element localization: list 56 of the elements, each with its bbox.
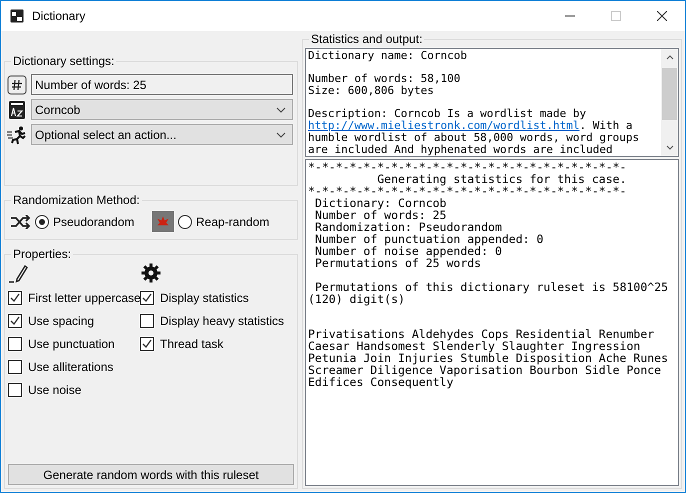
info-text-area[interactable] — [305, 48, 679, 157]
checkbox[interactable]: Use alliterations — [8, 355, 140, 378]
info-line: Number of words: 58,100 — [308, 73, 462, 86]
group-title: Randomization Method: — [11, 193, 142, 207]
chevron-down-icon — [276, 132, 286, 138]
pencil-icon — [9, 263, 29, 283]
scroll-up-icon[interactable] — [666, 55, 674, 60]
radio-button[interactable]: Pseudorandom — [35, 214, 134, 228]
hash-icon — [7, 74, 27, 94]
output-line: Generating statistics for this case. — [376, 173, 628, 185]
generate-button[interactable]: Generate random words with this ruleset — [8, 464, 294, 485]
output-line: Dictionary: Corncob — [314, 197, 448, 209]
output-text-area[interactable] — [305, 159, 679, 486]
word-count-field[interactable]: Number of words: 25 — [31, 74, 293, 95]
description-text: Description: Corncob Is a wordlist made by http://www.mieliestronk.com/wordlist.html. With a humble wordlist of about 58,000 words, word groups are included And hyphenated words are included — [308, 108, 640, 156]
chevron-down-icon — [276, 106, 286, 112]
checkbox[interactable]: Use spacing — [8, 309, 140, 332]
scroll-down-icon[interactable] — [666, 145, 674, 150]
output-line: *-*-*-*-*-*-*-*-*-*-*-*-*-*-*-*-*-*-*-*-*-*-*- — [308, 161, 628, 173]
info-line: Size: 600,806 bytes — [308, 85, 435, 97]
output-line: Permutations of 25 words — [314, 257, 482, 269]
gear-icon — [141, 263, 161, 283]
action-dropdown[interactable]: Optional select an action... — [31, 124, 293, 145]
checkbox[interactable]: Display heavy statistics — [140, 309, 284, 332]
shuffle-icon — [11, 214, 31, 228]
check-icon — [141, 338, 153, 350]
dictionary-icon — [7, 100, 27, 120]
output-line: Number of noise appended: 0 — [314, 245, 502, 257]
generated-words: Privatisations Aldehydes Cops Residential Renumber Caesar Handsomest Slenderly Slaughter Ingression Petunia Join Injuries Stumble Disposition Ache Runes Screamer Diligence Vaporisation Bourbon Sidle Ponce Edifices Consequently — [308, 328, 670, 388]
output-line: Number of punctuation appended: 0 — [314, 233, 544, 245]
running-figure-icon — [7, 124, 27, 144]
group-title: Properties: — [11, 247, 74, 261]
output-line: Randomization: Pseudorandom — [314, 221, 503, 233]
checkbox[interactable]: First letter uppercase — [8, 286, 140, 309]
checkbox[interactable]: Display statistics — [140, 286, 284, 309]
info-line: Dictionary name: Corncob — [308, 50, 468, 62]
checkbox[interactable]: Use punctuation — [8, 332, 140, 355]
group-title: Dictionary settings: — [11, 54, 116, 68]
close-icon — [657, 11, 667, 21]
window-title: Dictionary — [32, 9, 86, 23]
radio-button[interactable]: Reap-random — [178, 214, 270, 228]
check-icon — [9, 314, 21, 326]
scrollbar[interactable] — [661, 49, 678, 156]
dictionary-app-icon — [10, 9, 24, 23]
maximize-icon — [611, 11, 621, 21]
link[interactable]: http://www.mieliestronk.com/wordlist.html — [308, 119, 580, 132]
checkbox[interactable]: Thread task — [140, 332, 284, 355]
checkbox[interactable]: Use noise — [8, 378, 140, 401]
output-line: Number of words: 25 — [314, 209, 448, 221]
check-icon — [9, 292, 21, 304]
dictionary-dropdown[interactable]: Corncob — [31, 99, 293, 120]
emblem-icon — [152, 211, 174, 232]
group-title: Statistics and output: — [309, 32, 424, 46]
check-icon — [141, 292, 153, 304]
output-line: *-*-*-*-*-*-*-*-*-*-*-*-*-*-*-*-*-*-*-*-*-*-*- — [308, 185, 628, 197]
output-line: Permutations of this dictionary ruleset is 58100^25 (120) digit(s) — [308, 280, 670, 305]
